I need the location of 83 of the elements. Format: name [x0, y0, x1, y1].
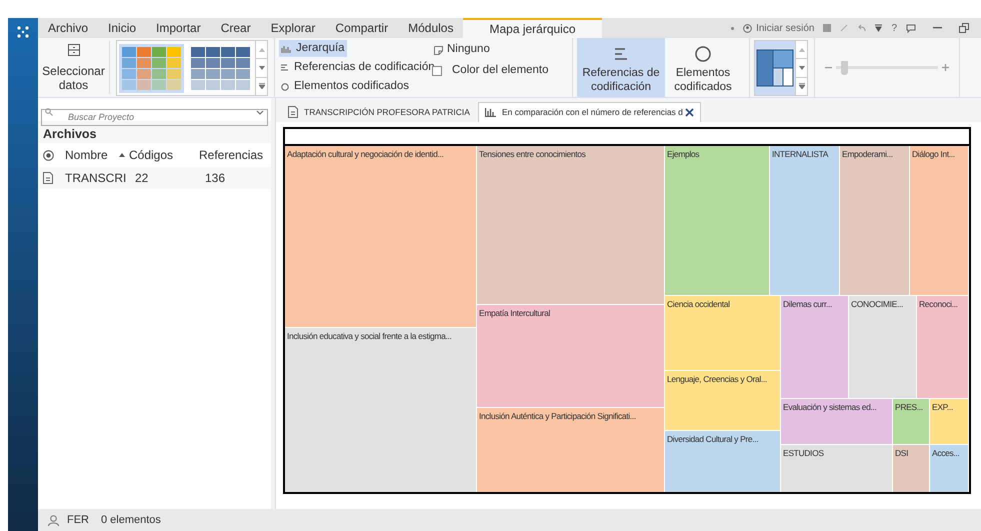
zoom-in-button[interactable] [942, 64, 949, 71]
color-option[interactable]: Ninguno [432, 42, 492, 58]
circle-icon [695, 46, 711, 62]
chevron-down-icon [256, 110, 264, 115]
ribbon-tab[interactable]: Importar [146, 18, 211, 38]
color-scheme-swatch[interactable] [119, 44, 184, 92]
treemap-tile[interactable]: Diálogo Int... [910, 146, 968, 295]
column-header[interactable]: Referencias [199, 146, 264, 164]
expand-icon[interactable] [798, 83, 804, 90]
filter-icon [434, 46, 443, 54]
scroll-down-icon[interactable] [798, 66, 804, 70]
file-name[interactable]: TRANSCRI [65, 169, 135, 187]
ribbon-tab[interactable]: Archivo [38, 18, 98, 38]
ribbon-tab[interactable]: Inicio [98, 18, 146, 38]
close-icon[interactable] [684, 108, 694, 117]
display-option[interactable]: Referencias de codificación [279, 59, 437, 76]
select-data-button[interactable]: Seleccionar datos [38, 41, 110, 94]
expand-icon[interactable] [258, 83, 264, 90]
scroll-down-icon[interactable] [258, 66, 264, 70]
zoom-slider-thumb[interactable] [841, 60, 848, 74]
zoom-slider[interactable] [836, 60, 938, 74]
size-button[interactable]: Elementos codificados [665, 38, 741, 97]
table-cell-text: 22 [135, 170, 150, 187]
treemap-tile[interactable]: DSI [893, 445, 929, 492]
cabinet-icon [68, 44, 80, 56]
treemap-tile[interactable]: CONOCIMIE... [849, 296, 916, 398]
treemap-tile[interactable]: PRES... [893, 399, 929, 444]
lines-icon [615, 48, 627, 60]
checkbox-label: Color del elemento [452, 63, 549, 78]
circle-icon [281, 82, 289, 90]
sign-in-link[interactable]: Iniciar sesión [756, 20, 814, 36]
treemap-tile[interactable]: Inclusión educativa y social frente a la estigma... [285, 328, 476, 492]
panel-title: Archivos [38, 121, 271, 143]
minimize-icon[interactable] [933, 27, 942, 29]
search-field[interactable]: Buscar Proyecto [41, 108, 268, 126]
add-icon[interactable] [43, 150, 54, 160]
treemap-layout-icon[interactable] [756, 49, 794, 87]
restore-icon[interactable] [959, 23, 969, 33]
treemap-tile[interactable]: Tensiones entre conocimientos [477, 146, 664, 304]
checkbox[interactable] [432, 66, 442, 76]
treemap-tile[interactable]: Lenguaje, Creencias y Oral... [665, 371, 780, 430]
treemap-tile[interactable]: Empatía Intercultural [477, 305, 664, 407]
ribbon-tab[interactable]: Explorar [260, 18, 326, 38]
app-menu-icon[interactable] [17, 26, 29, 38]
display-option[interactable]: Jerarquía [279, 40, 347, 57]
treemap-tile[interactable]: Reconoci... [917, 296, 968, 398]
comment-icon[interactable] [906, 24, 916, 32]
bar-chart-icon [484, 108, 496, 117]
treemap-tile[interactable]: Diversidad Cultural y Pre... [665, 431, 780, 492]
treemap-tile[interactable]: EXP... [930, 399, 968, 444]
sort-icon[interactable] [119, 153, 125, 157]
treemap-tile[interactable]: INTERNALISTA [770, 146, 839, 295]
column-header[interactable]: Nombre [65, 146, 119, 164]
treemap-tile[interactable]: ESTUDIOS [781, 445, 892, 492]
help-button[interactable]: ? [891, 20, 897, 36]
treemap-tile[interactable]: Ejemplos [665, 146, 769, 295]
treemap-tile[interactable]: Ciencia occidental [665, 296, 780, 370]
ribbon-tab[interactable]: Crear [210, 18, 261, 38]
ribbon-tab[interactable]: Mapa jerárquico [463, 18, 602, 38]
treemap-tile[interactable]: Acces... [930, 445, 968, 492]
treemap-tile[interactable]: Dilemas curr... [781, 296, 848, 398]
user-icon [48, 514, 59, 526]
separator-dot-icon [731, 26, 734, 30]
document-tab[interactable]: En comparación con el número de referencias d [478, 102, 701, 122]
ribbon-tab[interactable]: Compartir [325, 18, 398, 38]
column-header[interactable]: Códigos [129, 146, 199, 164]
item-count: 0 elementos [101, 512, 161, 528]
treemap-tile[interactable]: Empoderami... [840, 146, 909, 295]
table-cell-text: 136 [205, 170, 226, 187]
size-button[interactable]: Referencias de codificación [577, 38, 665, 97]
treemap-tile[interactable]: Inclusión Auténtica y Participación Significati... [477, 408, 664, 492]
display-option[interactable]: Elementos codificados [279, 78, 412, 95]
search-icon [45, 108, 53, 116]
document-icon [288, 106, 298, 118]
ribbon-tab[interactable]: Módulos [398, 18, 464, 38]
user-name: FER [67, 512, 89, 528]
dropdown-icon[interactable] [875, 24, 882, 32]
document-icon [43, 172, 53, 184]
treemap-tile[interactable]: Adaptación cultural y negociación de identid... [285, 146, 476, 327]
user-icon[interactable] [743, 24, 752, 32]
lines-icon [281, 64, 289, 71]
hierarchy-icon [281, 44, 291, 52]
treemap-tile[interactable]: Evaluación y sistemas ed... [781, 399, 892, 444]
